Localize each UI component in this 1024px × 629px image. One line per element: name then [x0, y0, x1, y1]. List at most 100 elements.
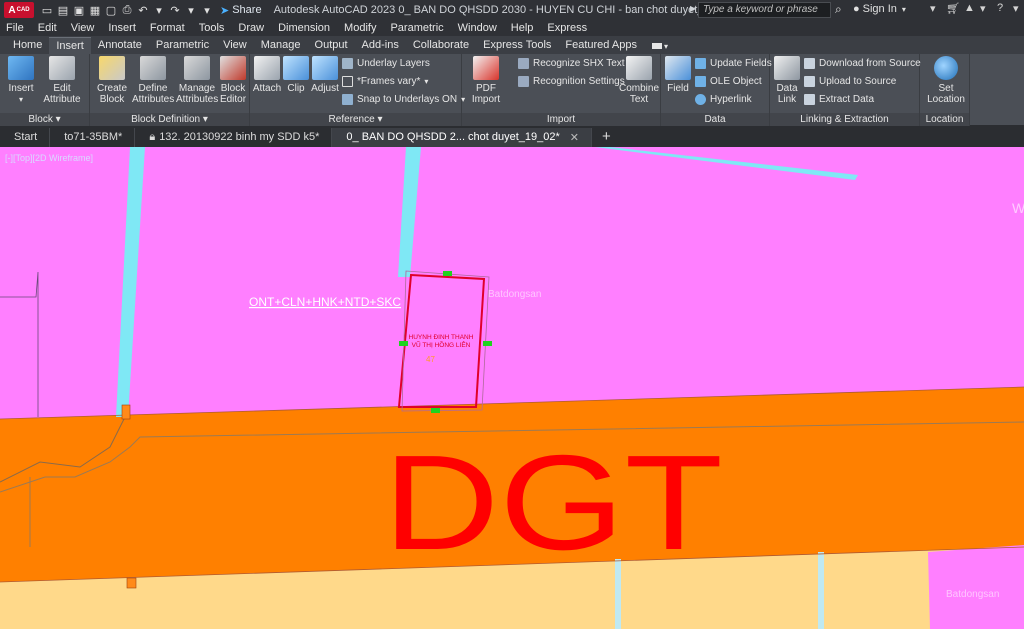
tab-express-tools[interactable]: Express Tools [476, 37, 558, 54]
update-fields-button[interactable]: Update Fields [695, 58, 772, 69]
help-icon[interactable]: ? [997, 2, 1003, 14]
menu-modify[interactable]: Modify [344, 22, 376, 34]
define-attributes-button[interactable]: Define Attributes [132, 56, 174, 105]
tab-output[interactable]: Output [308, 37, 355, 54]
doc-tab-ban-do[interactable]: 0_ BAN DO QHSDD 2... chot duyet_19_02* ✕ [332, 128, 593, 147]
save-icon[interactable]: ▣ [72, 3, 86, 17]
frames-vary-dropdown[interactable]: *Frames vary* ▾ [342, 76, 428, 87]
create-block-button[interactable]: Create Block [94, 56, 130, 105]
menu-format[interactable]: Format [150, 22, 185, 34]
viewport-controls-label[interactable]: [-][Top][2D Wireframe] [5, 153, 93, 163]
tab-collaborate[interactable]: Collaborate [406, 37, 476, 54]
undo-icon[interactable]: ↶ [136, 3, 150, 17]
menu-express[interactable]: Express [547, 22, 587, 34]
frames-vary-label: *Frames vary* [357, 76, 421, 87]
tab-parametric[interactable]: Parametric [149, 37, 216, 54]
panel-linking-extraction: Data Link Download from Source Upload to… [770, 54, 921, 126]
underlay-layers-button[interactable]: Underlay Layers [342, 58, 430, 69]
search-input[interactable]: Type a keyword or phrase [698, 2, 831, 18]
set-location-button[interactable]: Set Location [924, 56, 968, 105]
tab-insert[interactable]: Insert [49, 37, 91, 54]
tab-home[interactable]: Home [6, 37, 49, 54]
snap-underlays-label: Snap to Underlays ON [357, 94, 458, 105]
tab-manage[interactable]: Manage [254, 37, 308, 54]
new-file-icon[interactable]: ▭ [40, 3, 54, 17]
grip-left[interactable] [399, 341, 408, 346]
block-editor-button[interactable]: Block Editor [218, 56, 248, 105]
menu-draw[interactable]: Draw [238, 22, 264, 34]
grip-top[interactable] [443, 271, 452, 276]
combine-text-label-2: Text [629, 94, 649, 105]
redo-dropdown-icon[interactable]: ▾ [184, 3, 198, 17]
close-tab-icon[interactable]: ✕ [570, 131, 579, 144]
sign-in-button[interactable]: ● Sign In ▾ [853, 3, 906, 15]
panel-block-definition-title[interactable]: Block Definition ▾ [90, 113, 249, 126]
recognition-settings-button[interactable]: Recognition Settings [518, 76, 625, 87]
doc-tab-binh-my[interactable]: 🔒︎ 132. 20130922 binh my SDD k5* [135, 128, 333, 147]
customize-qat-icon[interactable]: ▾ [200, 3, 214, 17]
tab-featured-apps[interactable]: Featured Apps [558, 37, 644, 54]
cart-icon[interactable]: 🛒︎ [946, 2, 960, 15]
undo-dropdown-icon[interactable]: ▾ [152, 3, 166, 17]
extract-data-button[interactable]: Extract Data [804, 94, 874, 105]
ole-object-button[interactable]: OLE Object [695, 76, 762, 87]
share-button[interactable]: ➤ Share [220, 4, 262, 17]
menu-insert[interactable]: Insert [108, 22, 136, 34]
combine-text-label-1: Combine [618, 83, 660, 94]
pdf-import-label-2: Import [471, 94, 501, 105]
help-dropdown-icon[interactable]: ▾ [1013, 2, 1019, 15]
autodesk-app-icon[interactable]: ▲ [964, 2, 975, 14]
tab-view[interactable]: View [216, 37, 254, 54]
menu-file[interactable]: File [6, 22, 24, 34]
underlay-layers-icon [342, 58, 353, 69]
menu-dimension[interactable]: Dimension [278, 22, 330, 34]
grip-bottom[interactable] [431, 408, 440, 413]
menu-view[interactable]: View [71, 22, 95, 34]
drawing-canvas[interactable]: ONT+CLN+HNK+NTD+SKC HUYNH ĐINH THANH VŨ … [0, 147, 1024, 629]
adjust-button[interactable]: Adjust [310, 56, 340, 94]
combine-text-button[interactable]: Combine Text [618, 56, 660, 105]
ribbon-tab-bar: Home Insert Annotate Parametric View Man… [0, 36, 1024, 54]
redo-icon[interactable]: ↷ [168, 3, 182, 17]
recognize-shx-button[interactable]: Recognize SHX Text [518, 58, 625, 69]
attach-button[interactable]: Attach [252, 56, 282, 94]
search-icon[interactable]: ⌕ [835, 2, 842, 17]
menu-edit[interactable]: Edit [38, 22, 57, 34]
web-mobile-icon[interactable]: ▢ [104, 3, 118, 17]
download-from-source-button[interactable]: Download from Source [804, 58, 921, 69]
block-editor-label-2: Editor [219, 94, 247, 105]
print-icon[interactable]: ⎙ [120, 3, 134, 17]
upload-to-source-button[interactable]: Upload to Source [804, 76, 896, 87]
search-expand-icon[interactable]: ▶ [690, 4, 696, 13]
app-dropdown-icon[interactable]: ▾ [980, 2, 986, 15]
panel-block: Insert ▾ Edit Attribute Block ▾ [0, 54, 90, 126]
insert-block-button[interactable]: Insert ▾ [6, 56, 36, 105]
autocad-logo-icon[interactable]: A CAD [4, 2, 34, 18]
new-tab-icon[interactable]: + [592, 128, 621, 147]
doc-tab-start[interactable]: Start [0, 128, 51, 147]
tab-annotate[interactable]: Annotate [91, 37, 149, 54]
hyperlink-button[interactable]: Hyperlink [695, 94, 752, 105]
field-button[interactable]: Field [664, 56, 692, 94]
doc-tab-to71[interactable]: to71-35BM* [50, 128, 136, 147]
menu-tools[interactable]: Tools [199, 22, 225, 34]
menu-parametric[interactable]: Parametric [390, 22, 443, 34]
share-icon: ➤ [220, 4, 230, 17]
menu-help[interactable]: Help [511, 22, 534, 34]
data-link-button[interactable]: Data Link [773, 56, 801, 105]
edit-attribute-button[interactable]: Edit Attribute [40, 56, 84, 105]
grip-right[interactable] [483, 341, 492, 346]
panel-block-title[interactable]: Block ▾ [0, 113, 89, 126]
tab-add-ins[interactable]: Add-ins [355, 37, 406, 54]
open-folder-icon[interactable]: ▤ [56, 3, 70, 17]
save-as-icon[interactable]: ▦ [88, 3, 102, 17]
clip-button[interactable]: Clip [283, 56, 309, 94]
menu-window[interactable]: Window [458, 22, 497, 34]
dropdown-icon[interactable]: ▾ [930, 2, 936, 15]
combine-text-icon [626, 56, 652, 80]
ribbon-minimize-icon[interactable]: ▾ [651, 40, 670, 52]
panel-reference-title[interactable]: Reference ▾ [250, 113, 461, 126]
pdf-import-button[interactable]: PDF Import [466, 56, 506, 105]
snap-underlays-dropdown[interactable]: Snap to Underlays ON ▾ [342, 94, 465, 105]
manage-attributes-button[interactable]: Manage Attributes [176, 56, 218, 105]
